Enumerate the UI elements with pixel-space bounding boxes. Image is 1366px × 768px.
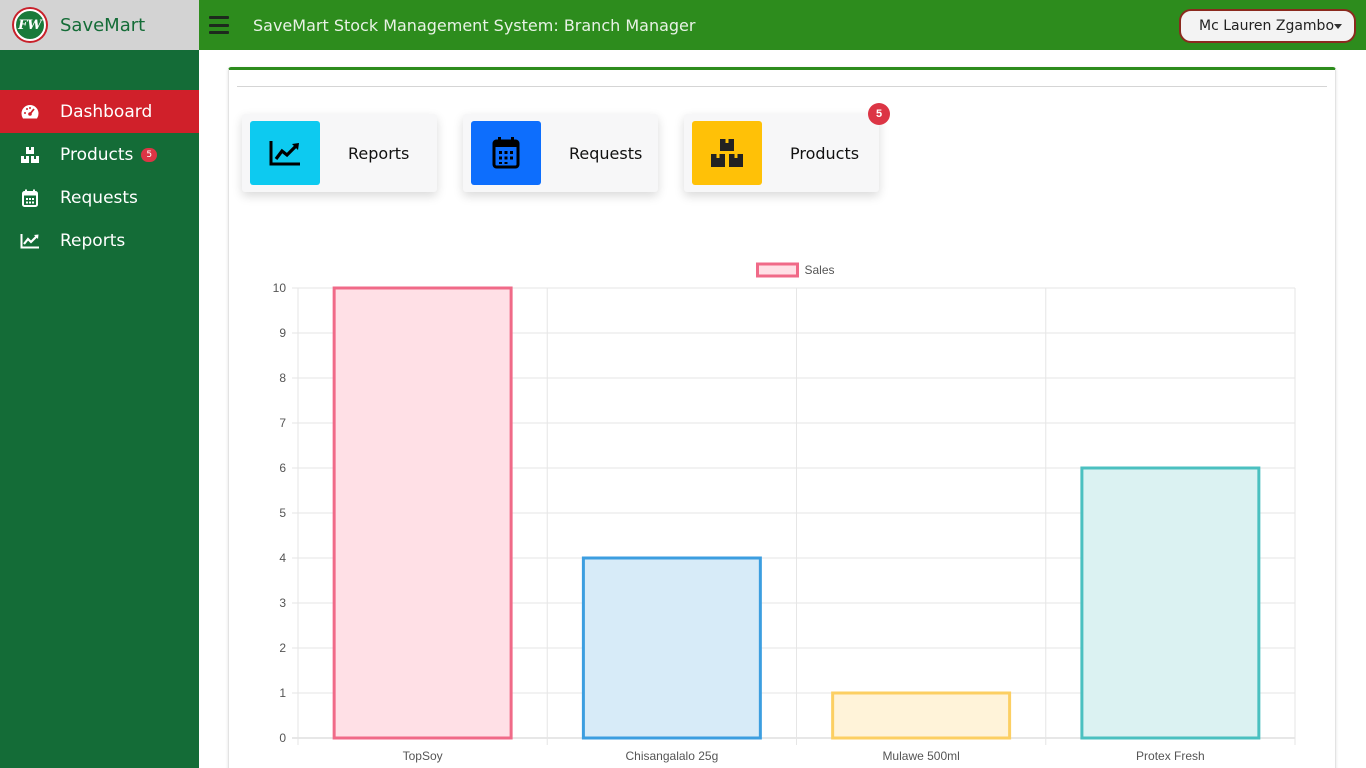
- boxes-icon: [20, 145, 40, 165]
- sidebar-item-requests[interactable]: Requests: [0, 176, 199, 219]
- tile-label: Products: [790, 143, 860, 163]
- calendar-icon: [20, 188, 40, 208]
- legend-label: Sales: [805, 263, 835, 277]
- y-tick-label: 10: [273, 281, 287, 295]
- y-tick-label: 4: [279, 551, 286, 565]
- sidebar-item-products[interactable]: Products 5: [0, 133, 199, 176]
- app-title: SaveMart Stock Management System: Branch…: [253, 15, 696, 35]
- bar: [581, 556, 762, 740]
- legend-swatch: [756, 262, 799, 278]
- bar: [332, 286, 513, 740]
- sidebar-item-label: Requests: [60, 187, 138, 208]
- sidebar-item-label: Reports: [60, 230, 126, 251]
- menu-toggle-button[interactable]: [209, 16, 229, 34]
- chart-line-icon: [250, 121, 320, 185]
- hamburger-bar: [209, 31, 229, 34]
- user-name: Mc Lauren Zgambo: [1199, 18, 1335, 34]
- sidebar-item-reports[interactable]: Reports: [0, 219, 199, 262]
- sales-bar-chart: 0 1 2 3 4 5 6 7 8 9 10 TopSoy Chisangalalo 25g Mulawe…: [273, 262, 1296, 763]
- sidebar: FW SaveMart Dashboard Products 5 Request…: [0, 0, 199, 768]
- dashboard-card: Reports Requests Products 5 0 1 2 3 4 5 6 7 8 9 10…: [228, 67, 1336, 768]
- y-tick-label: 9: [279, 326, 286, 340]
- brand-logo: FW: [14, 9, 46, 41]
- y-tick-label: 3: [279, 596, 286, 610]
- y-tick-label: 1: [279, 686, 286, 700]
- brand[interactable]: FW SaveMart: [0, 0, 199, 50]
- bar: [831, 691, 1012, 740]
- card-divider: [237, 86, 1327, 87]
- reports-tile[interactable]: Reports: [242, 114, 437, 192]
- x-tick-label: Mulawe 500ml: [882, 749, 959, 763]
- y-tick-label: 5: [279, 506, 286, 520]
- bar: [1080, 466, 1261, 740]
- tile-label: Reports: [348, 143, 410, 163]
- chevron-down-icon: [1334, 24, 1342, 29]
- y-tick-label: 8: [279, 371, 286, 385]
- calendar-icon: [471, 121, 541, 185]
- sidebar-item-label: Dashboard: [60, 101, 153, 122]
- y-tick-label: 2: [279, 641, 286, 655]
- y-tick-label: 6: [279, 461, 286, 475]
- x-tick-label: TopSoy: [403, 749, 443, 763]
- products-count-badge: 5: [141, 147, 158, 162]
- y-tick-label: 0: [279, 731, 286, 745]
- y-tick-label: 7: [279, 416, 286, 430]
- boxes-icon: [692, 121, 762, 185]
- products-count-badge: 5: [868, 103, 890, 125]
- products-tile[interactable]: Products 5: [684, 103, 890, 192]
- sidebar-item-dashboard[interactable]: Dashboard: [0, 90, 199, 133]
- tile-label: Requests: [569, 143, 643, 163]
- x-tick-label: Chisangalalo 25g: [626, 749, 719, 763]
- requests-tile[interactable]: Requests: [463, 114, 658, 192]
- x-tick-label: Protex Fresh: [1136, 749, 1205, 763]
- sidebar-item-label: Products: [60, 144, 134, 165]
- dashboard-icon: [20, 102, 40, 122]
- hamburger-bar: [209, 16, 229, 19]
- topbar: SaveMart Stock Management System: Branch…: [199, 0, 1366, 50]
- hamburger-bar: [209, 23, 229, 27]
- sidebar-nav: Dashboard Products 5 Requests Reports: [0, 90, 199, 262]
- brand-name: SaveMart: [60, 14, 146, 36]
- chart-line-icon: [20, 231, 40, 251]
- user-dropdown[interactable]: Mc Lauren Zgambo: [1179, 9, 1356, 43]
